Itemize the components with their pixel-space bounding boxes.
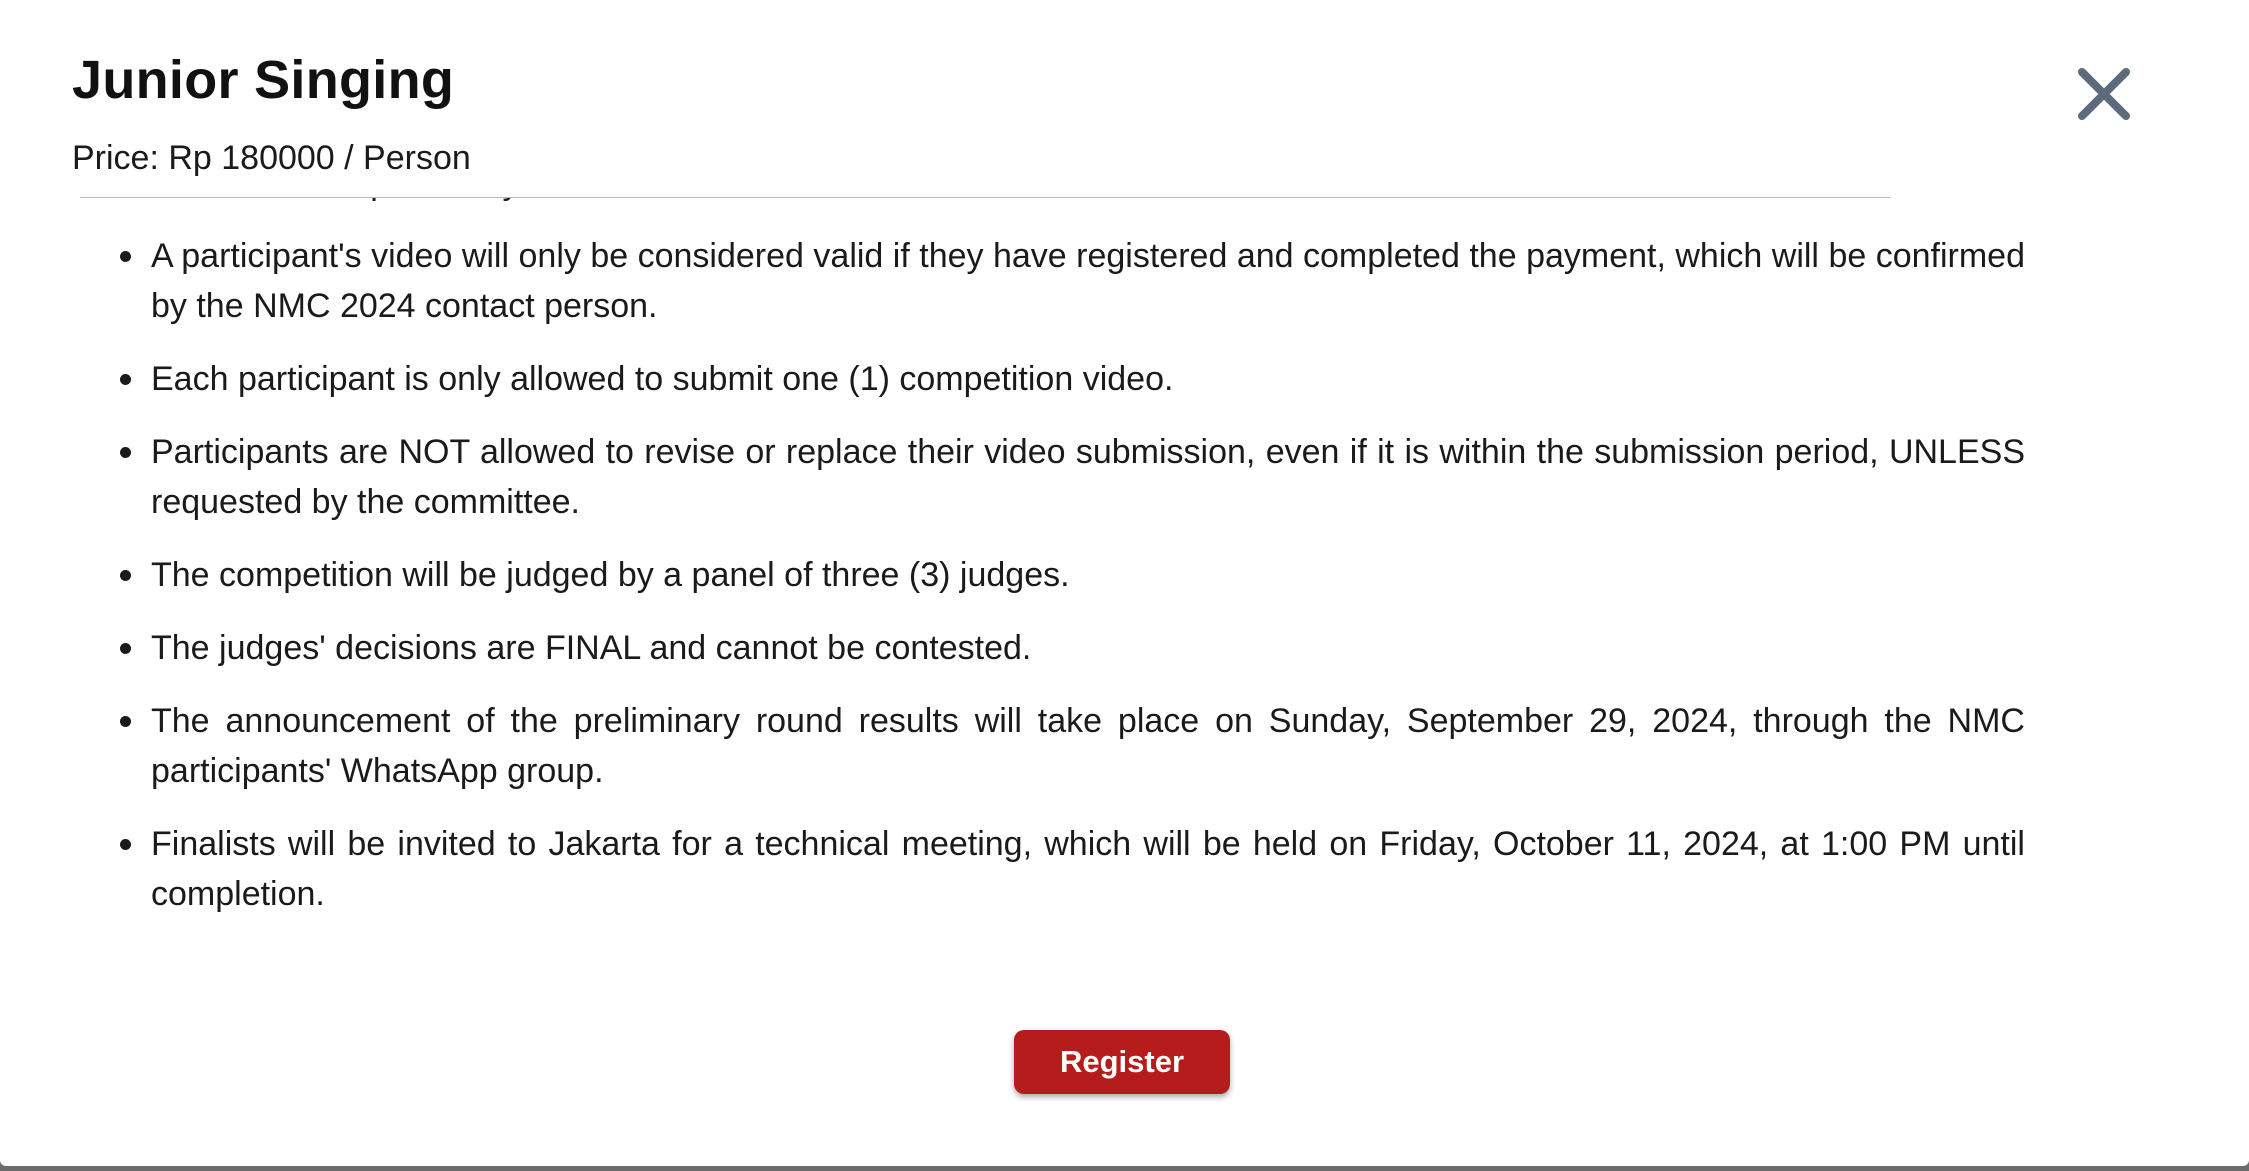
rules-content: are not the responsibility of the commit… <box>0 198 2249 919</box>
bullet-icon <box>120 570 131 581</box>
bullet-icon <box>120 447 131 458</box>
rules-list: A participant's video will only be consi… <box>0 231 2249 919</box>
rule-item: Each participant is only allowed to subm… <box>120 354 2025 404</box>
bullet-icon <box>120 374 131 385</box>
register-button[interactable]: Register <box>1014 1030 1230 1094</box>
rule-item: The judges' decisions are FINAL and cann… <box>120 623 2025 673</box>
rule-item: Finalists will be invited to Jakarta for… <box>120 819 2025 919</box>
bullet-icon <box>120 839 131 850</box>
rule-clipped-tail: are not the responsibility of the commit… <box>151 198 2025 208</box>
rule-text: The competition will be judged by a pane… <box>151 556 1070 594</box>
rules-scroll-area[interactable]: are not the responsibility of the commit… <box>0 198 2249 988</box>
header-divider <box>80 197 1890 198</box>
rule-text: The announcement of the preliminary roun… <box>151 702 2025 790</box>
price-label: Price: Rp 180000 / Person <box>72 139 471 177</box>
bullet-icon <box>120 716 131 727</box>
rule-item: Participants are NOT allowed to revise o… <box>120 427 2025 527</box>
rule-text: Each participant is only allowed to subm… <box>151 360 1174 398</box>
rule-item: A participant's video will only be consi… <box>120 231 2025 331</box>
close-icon-glyph <box>2078 68 2130 120</box>
bullet-icon <box>120 643 131 654</box>
event-detail-modal: Junior Singing Price: Rp 180000 / Person… <box>0 0 2249 1166</box>
rule-text: Participants are NOT allowed to revise o… <box>151 433 2025 521</box>
modal-title: Junior Singing <box>72 50 455 110</box>
close-icon[interactable] <box>2076 66 2132 122</box>
rule-item: The competition will be judged by a pane… <box>120 550 2025 600</box>
rule-text: A participant's video will only be consi… <box>151 237 2025 325</box>
rule-text: The judges' decisions are FINAL and cann… <box>151 629 1032 667</box>
rule-text: Finalists will be invited to Jakarta for… <box>151 825 2025 913</box>
bullet-icon <box>120 251 131 262</box>
rule-item: The announcement of the preliminary roun… <box>120 696 2025 796</box>
